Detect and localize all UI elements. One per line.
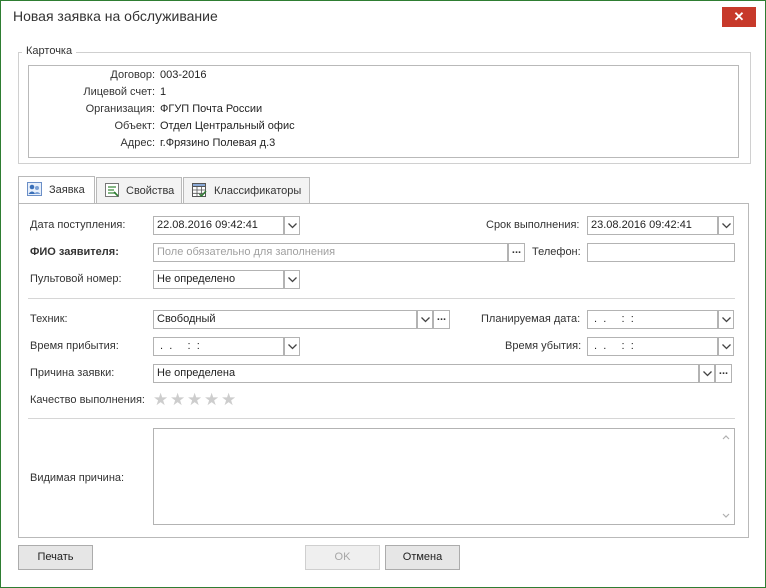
chevron-down-icon (703, 371, 712, 377)
rating-star-4-icon[interactable]: ★ (204, 390, 219, 410)
technician-field[interactable]: Свободный (153, 310, 417, 329)
reason-value: Не определена (157, 367, 236, 379)
console-number-dropdown[interactable] (284, 270, 300, 289)
planned-date-value: . . : : (591, 313, 634, 325)
rating-star-2-icon[interactable]: ★ (170, 390, 185, 410)
applicant-browse-button[interactable]: ... (508, 243, 525, 262)
applicant-field[interactable]: Поле обязательно для заполнения (153, 243, 508, 262)
due-date-field[interactable]: 23.08.2016 09:42:41 (587, 216, 718, 235)
ok-button[interactable]: OK (305, 545, 380, 570)
object-value: Отдел Центральный офис (160, 120, 295, 132)
account-label: Лицевой счет: (83, 86, 155, 98)
object-label: Объект: (114, 120, 155, 132)
chevron-down-icon (722, 317, 731, 323)
console-number-value: Не определено (157, 273, 236, 285)
applicant-label: ФИО заявителя: (30, 246, 119, 258)
planned-date-field[interactable]: . . : : (587, 310, 718, 329)
close-icon: ✕ (733, 9, 745, 24)
departure-time-value: . . : : (591, 340, 634, 352)
reason-browse-button[interactable]: ... (715, 364, 732, 383)
scrollbar-arrows (722, 435, 730, 518)
organization-label: Организация: (85, 103, 155, 115)
technician-label: Техник: (30, 313, 68, 325)
date-received-dropdown[interactable] (284, 216, 300, 235)
quality-label: Качество выполнения: (30, 394, 145, 406)
close-button[interactable]: ✕ (722, 7, 756, 27)
arrival-time-field[interactable]: . . : : (153, 337, 284, 356)
rating-star-1-icon[interactable]: ★ (153, 390, 168, 410)
cancel-button[interactable]: Отмена (385, 545, 460, 570)
properties-icon (105, 183, 119, 197)
card-group-caption: Карточка (22, 45, 77, 57)
table-icon (192, 183, 207, 197)
reason-dropdown[interactable] (699, 364, 715, 383)
departure-time-label: Время убытия: (505, 340, 582, 352)
date-received-field[interactable]: 22.08.2016 09:42:41 (153, 216, 284, 235)
phone-label: Телефон: (532, 246, 581, 258)
vertical-scrollbar[interactable] (718, 429, 734, 524)
reason-field[interactable]: Не определена (153, 364, 699, 383)
departure-time-dropdown[interactable] (718, 337, 734, 356)
arrival-time-label: Время прибытия: (30, 340, 119, 352)
departure-time-field[interactable]: . . : : (587, 337, 718, 356)
visible-reason-label: Видимая причина: (30, 472, 125, 484)
applicant-placeholder: Поле обязательно для заполнения (157, 246, 336, 258)
chevron-down-icon (288, 277, 297, 283)
due-date-dropdown[interactable] (718, 216, 734, 235)
contract-label: Договор: (110, 69, 155, 81)
title-bar: Новая заявка на обслуживание ✕ (1, 1, 765, 33)
chevron-down-icon (288, 344, 297, 350)
separator (28, 298, 735, 299)
phone-field[interactable] (587, 243, 735, 262)
print-button[interactable]: Печать (18, 545, 93, 570)
date-received-label: Дата поступления: (30, 219, 126, 231)
due-date-value: 23.08.2016 09:42:41 (591, 219, 692, 231)
address-value: г.Фрязино Полевая д.3 (160, 137, 276, 149)
tab-request-label: Заявка (49, 184, 85, 196)
reason-label: Причина заявки: (30, 367, 115, 379)
ellipsis-icon: ... (511, 244, 522, 256)
ellipsis-icon: ... (436, 311, 447, 323)
chevron-down-icon (722, 223, 731, 229)
date-received-value: 22.08.2016 09:42:41 (157, 219, 258, 231)
rating-star-3-icon[interactable]: ★ (187, 390, 202, 410)
planned-date-label: Планируемая дата: (481, 313, 581, 325)
tab-properties-label: Свойства (126, 185, 175, 197)
arrival-time-value: . . : : (157, 340, 200, 352)
technician-value: Свободный (157, 313, 216, 325)
console-number-field[interactable]: Не определено (153, 270, 284, 289)
address-label: Адрес: (120, 137, 155, 149)
rating-star-5-icon[interactable]: ★ (221, 390, 236, 410)
organization-value: ФГУП Почта России (160, 103, 263, 115)
tab-classifiers-label: Классификаторы (214, 185, 302, 197)
arrival-time-dropdown[interactable] (284, 337, 300, 356)
technician-browse-button[interactable]: ... (433, 310, 450, 329)
separator (28, 418, 735, 419)
tab-request[interactable]: Заявка (18, 176, 95, 204)
contract-value: 003-2016 (160, 69, 207, 81)
console-number-label: Пультовой номер: (30, 273, 122, 285)
chevron-down-icon (722, 344, 731, 350)
technician-dropdown[interactable] (417, 310, 433, 329)
tab-properties[interactable]: Свойства (96, 177, 182, 203)
tab-classifiers[interactable]: Классификаторы (183, 177, 310, 203)
chevron-down-icon (288, 223, 297, 229)
account-value: 1 (160, 86, 167, 98)
people-icon (27, 182, 42, 196)
planned-date-dropdown[interactable] (718, 310, 734, 329)
window-title: Новая заявка на обслуживание (13, 8, 218, 24)
visible-reason-textarea[interactable] (153, 428, 735, 525)
ellipsis-icon: ... (718, 365, 729, 377)
due-date-label: Срок выполнения: (486, 219, 580, 231)
chevron-down-icon (421, 317, 430, 323)
